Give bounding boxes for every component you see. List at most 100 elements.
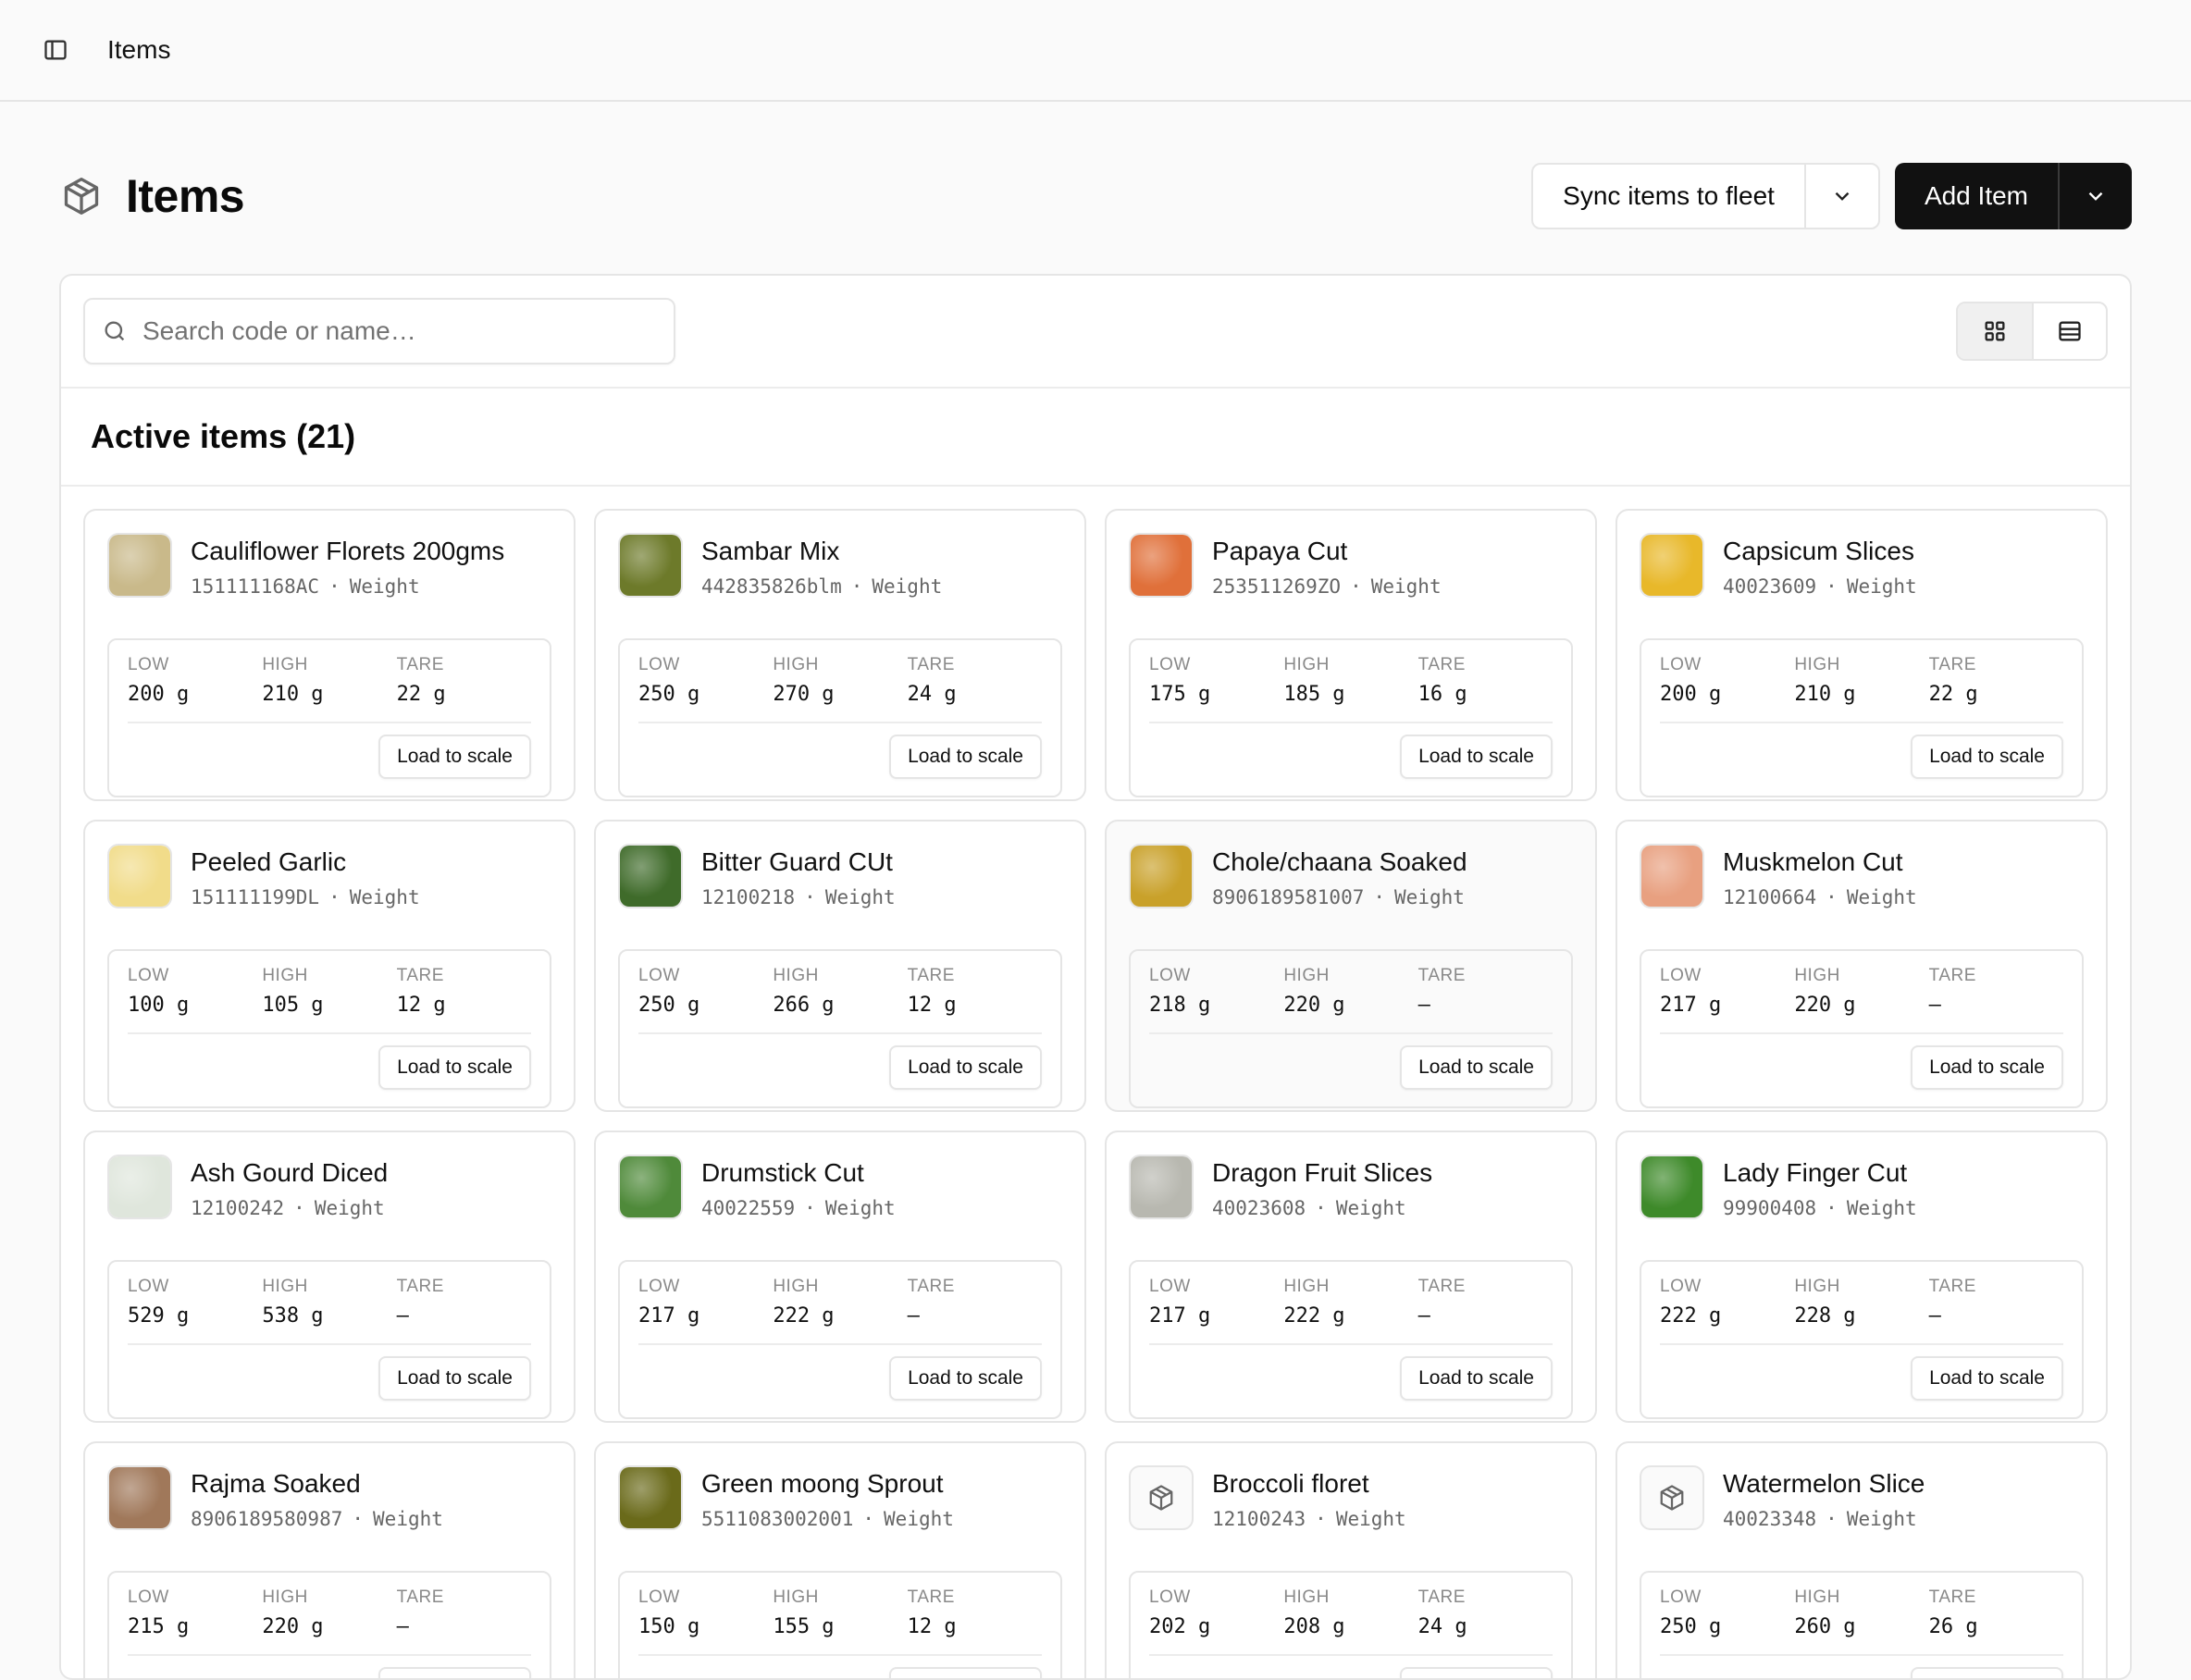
high-label: HIGH <box>1283 655 1330 674</box>
add-item-button[interactable]: Add Item <box>1895 163 2058 229</box>
tare-label: TARE <box>396 1277 444 1296</box>
item-type: Weight <box>1394 886 1465 908</box>
items-grid: Cauliflower Florets 200gms 151111168AC · W… <box>61 487 2130 1678</box>
grid-view-button[interactable] <box>1958 303 2032 359</box>
load-to-scale-button[interactable]: Load to scale <box>378 1356 531 1401</box>
item-stats: LOW 250 g HIGH 266 g TARE 12 g Load to scal… <box>618 949 1062 1108</box>
load-to-scale-button[interactable]: Load to scale <box>378 1667 531 1678</box>
item-photo <box>109 1467 170 1528</box>
load-to-scale-button[interactable]: Load to scale <box>1911 1667 2063 1678</box>
item-card[interactable]: Sambar Mix 442835826blm · Weight LOW 250 g … <box>594 509 1086 801</box>
separator-dot: · <box>1826 1197 1838 1219</box>
item-card[interactable]: Capsicum Slices 40023609 · Weight LOW 200 g… <box>1615 509 2108 801</box>
sync-items-button[interactable]: Sync items to fleet <box>1533 165 1804 228</box>
load-to-scale-button[interactable]: Load to scale <box>1400 1667 1553 1678</box>
item-code: 442835826blm <box>701 575 842 598</box>
item-card[interactable]: Ash Gourd Diced 12100242 · Weight LOW 529 g… <box>83 1130 576 1423</box>
item-card[interactable]: Muskmelon Cut 12100664 · Weight LOW 217 g H… <box>1615 820 2108 1112</box>
item-thumbnail <box>1129 1155 1194 1219</box>
tare-label: TARE <box>1417 966 1466 985</box>
item-card[interactable]: Chole/chaana Soaked 8906189581007 · Weight… <box>1105 820 1597 1112</box>
item-card[interactable]: Green moong Sprout 5511083002001 · Weight … <box>594 1441 1086 1678</box>
grid-icon <box>1985 321 2005 341</box>
add-item-dropdown-button[interactable] <box>2058 163 2132 229</box>
item-type: Weight <box>824 886 896 908</box>
item-meta: 151111199DL · Weight <box>191 886 420 908</box>
load-to-scale-button[interactable]: Load to scale <box>889 1356 1042 1401</box>
item-card[interactable]: Peeled Garlic 151111199DL · Weight LOW 100 … <box>83 820 576 1112</box>
low-label: LOW <box>128 1277 169 1296</box>
load-to-scale-button[interactable]: Load to scale <box>378 735 531 779</box>
item-stats: LOW 200 g HIGH 210 g TARE 22 g Load to scal… <box>107 638 551 797</box>
item-card[interactable]: Drumstick Cut 40022559 · Weight LOW 217 g H… <box>594 1130 1086 1423</box>
high-value: 155 g <box>773 1615 835 1638</box>
low-label: LOW <box>1660 966 1702 985</box>
separator-dot: · <box>352 1508 365 1530</box>
low-value: 217 g <box>1660 994 1722 1017</box>
low-value: 218 g <box>1149 994 1211 1017</box>
high-label: HIGH <box>1283 966 1330 985</box>
item-type: Weight <box>1846 886 1917 908</box>
item-meta: 40022559 · Weight <box>701 1197 896 1219</box>
item-type: Weight <box>1370 575 1442 598</box>
item-thumbnail <box>1640 533 1704 598</box>
tare-label: TARE <box>907 966 955 985</box>
load-to-scale-button[interactable]: Load to scale <box>889 735 1042 779</box>
add-item-button-group: Add Item <box>1894 163 2132 229</box>
high-value: 210 g <box>262 683 324 706</box>
tare-label: TARE <box>907 655 955 674</box>
item-card[interactable]: Dragon Fruit Slices 40023608 · Weight LOW 2… <box>1105 1130 1597 1423</box>
high-label: HIGH <box>262 966 308 985</box>
low-label: LOW <box>1660 1587 1702 1607</box>
sidebar-toggle-icon[interactable] <box>41 35 70 65</box>
item-meta: 12100664 · Weight <box>1723 886 1917 908</box>
item-card[interactable]: Watermelon Slice 40023348 · Weight LOW 250 … <box>1615 1441 2108 1678</box>
item-name: Muskmelon Cut <box>1723 847 1903 876</box>
load-to-scale-button[interactable]: Load to scale <box>1911 735 2063 779</box>
item-code: 40023608 <box>1212 1197 1306 1219</box>
tare-value: – <box>1417 994 1430 1017</box>
low-value: 215 g <box>128 1615 190 1638</box>
table-view-button[interactable] <box>2032 303 2106 359</box>
item-card[interactable]: Broccoli floret 12100243 · Weight LOW 202 g… <box>1105 1441 1597 1678</box>
item-card[interactable]: Papaya Cut 253511269ZO · Weight LOW 175 g H… <box>1105 509 1597 801</box>
item-card[interactable]: Cauliflower Florets 200gms 151111168AC · W… <box>83 509 576 801</box>
item-type: Weight <box>824 1197 896 1219</box>
high-value: 220 g <box>1794 994 1856 1017</box>
high-value: 260 g <box>1794 1615 1856 1638</box>
item-thumbnail <box>107 844 172 908</box>
sync-dropdown-button[interactable] <box>1803 165 1878 228</box>
load-to-scale-button[interactable]: Load to scale <box>1400 1356 1553 1401</box>
low-label: LOW <box>1149 966 1191 985</box>
high-label: HIGH <box>1794 966 1840 985</box>
item-stats: LOW 250 g HIGH 260 g TARE 26 g Load to scal… <box>1640 1571 2084 1678</box>
load-to-scale-button[interactable]: Load to scale <box>1911 1045 2063 1090</box>
breadcrumb[interactable]: Items <box>107 35 170 65</box>
item-thumbnail <box>107 1465 172 1530</box>
item-card[interactable]: Rajma Soaked 8906189580987 · Weight LOW 215… <box>83 1441 576 1678</box>
low-value: 175 g <box>1149 683 1211 706</box>
load-to-scale-button[interactable]: Load to scale <box>1400 1045 1553 1090</box>
load-to-scale-button[interactable]: Load to scale <box>889 1045 1042 1090</box>
item-photo <box>1131 1156 1192 1217</box>
low-value: 217 g <box>1149 1304 1211 1328</box>
item-code: 40022559 <box>701 1197 796 1219</box>
items-toolbar <box>61 276 2130 389</box>
item-name: Peeled Garlic <box>191 847 347 876</box>
tare-value: 22 g <box>396 683 446 706</box>
low-value: 100 g <box>128 994 190 1017</box>
high-value: 222 g <box>1283 1304 1345 1328</box>
load-to-scale-button[interactable]: Load to scale <box>378 1045 531 1090</box>
load-to-scale-button[interactable]: Load to scale <box>889 1667 1042 1678</box>
item-card[interactable]: Lady Finger Cut 99900408 · Weight LOW 222 g… <box>1615 1130 2108 1423</box>
high-value: 228 g <box>1794 1304 1856 1328</box>
item-card[interactable]: Bitter Guard CUt 12100218 · Weight LOW 250 … <box>594 820 1086 1112</box>
item-thumbnail <box>107 533 172 598</box>
search-input[interactable] <box>142 316 657 346</box>
high-value: 220 g <box>1283 994 1345 1017</box>
load-to-scale-button[interactable]: Load to scale <box>1911 1356 2063 1401</box>
item-code: 151111168AC <box>191 575 320 598</box>
item-stats: LOW 250 g HIGH 270 g TARE 24 g Load to scal… <box>618 638 1062 797</box>
load-to-scale-button[interactable]: Load to scale <box>1400 735 1553 779</box>
item-thumbnail <box>107 1155 172 1219</box>
